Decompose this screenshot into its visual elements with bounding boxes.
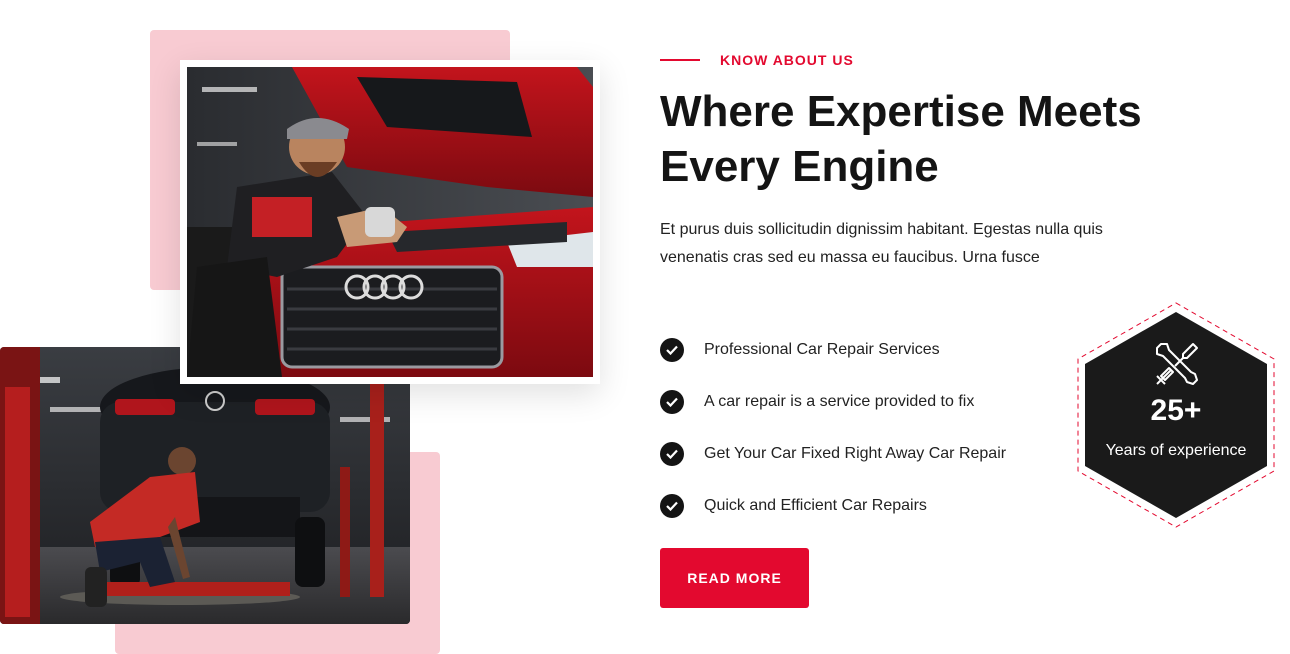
feature-item: Get Your Car Fixed Right Away Car Repair: [660, 428, 1006, 480]
experience-label: Years of experience: [1105, 442, 1247, 459]
read-more-button[interactable]: READ MORE: [660, 548, 809, 608]
section-description: Et purus duis sollicitudin dignissim hab…: [660, 221, 1103, 266]
main-photo: [180, 60, 600, 384]
feature-item: Quick and Efficient Car Repairs: [660, 480, 1006, 532]
check-icon: [660, 442, 684, 466]
secondary-photo: [0, 347, 410, 624]
feature-label: Quick and Efficient Car Repairs: [704, 497, 927, 514]
kicker-label: KNOW ABOUT US: [720, 52, 854, 68]
feature-item: A car repair is a service provided to fi…: [660, 376, 1006, 428]
check-icon: [660, 390, 684, 414]
experience-number: 25+: [1150, 394, 1202, 427]
section-title: Where Expertise Meets Every Engine: [660, 87, 1142, 191]
wrench-cross-icon: [1156, 343, 1198, 385]
experience-badge: 25+ Years of experience: [1077, 302, 1275, 528]
feature-label: A car repair is a service provided to fi…: [704, 393, 975, 410]
section-kicker: KNOW ABOUT US: [660, 52, 854, 68]
feature-label: Get Your Car Fixed Right Away Car Repair: [704, 445, 1007, 462]
check-icon: [660, 494, 684, 518]
feature-list: Professional Car Repair Services A car r…: [660, 324, 1006, 532]
kicker-line: [660, 59, 700, 61]
check-icon: [660, 338, 684, 362]
feature-item: Professional Car Repair Services: [660, 324, 1006, 376]
feature-label: Professional Car Repair Services: [704, 341, 940, 358]
about-section: KNOW ABOUT US Where Expertise Meets Ever…: [0, 0, 1290, 654]
